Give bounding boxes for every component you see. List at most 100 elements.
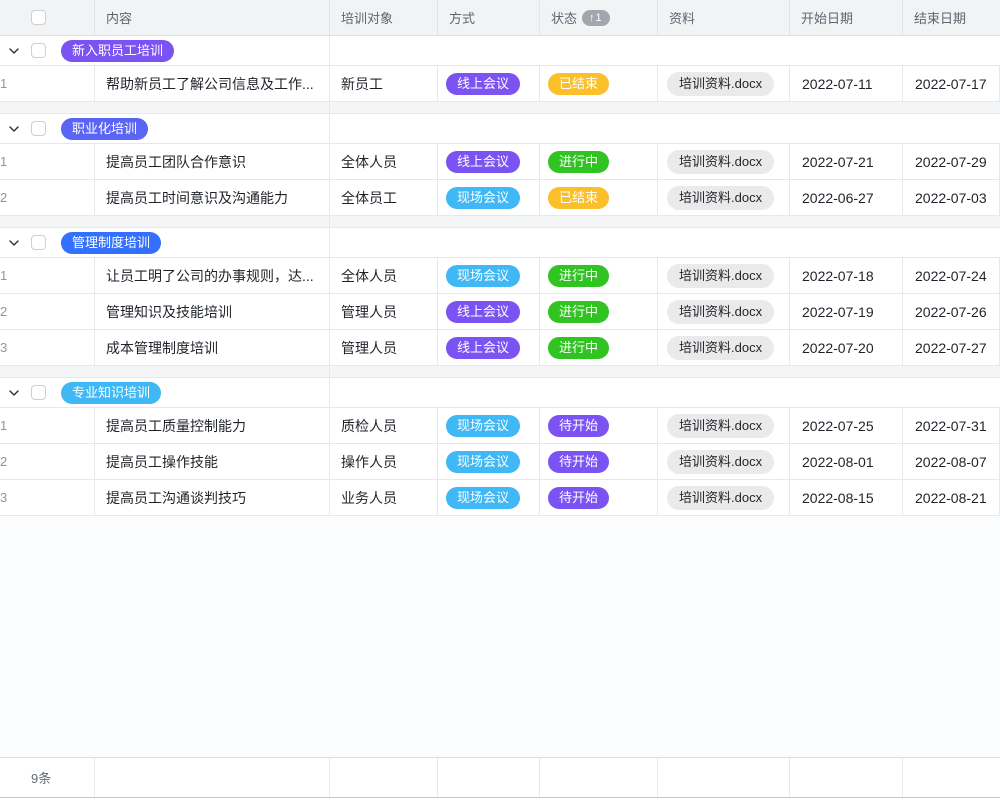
attachment-pill[interactable]: 培训资料.docx <box>667 414 774 438</box>
attachment-pill[interactable]: 培训资料.docx <box>667 300 774 324</box>
group-checkbox[interactable] <box>31 235 46 250</box>
method-cell[interactable]: 线上会议 <box>438 144 540 179</box>
content-cell[interactable]: 提高员工时间意识及沟通能力 <box>95 180 330 215</box>
group-header-row[interactable]: 管理制度培训 <box>0 228 1000 258</box>
material-cell[interactable]: 培训资料.docx <box>658 330 790 365</box>
target-cell[interactable]: 全体员工 <box>330 180 438 215</box>
content-cell[interactable]: 管理知识及技能培训 <box>95 294 330 329</box>
target-cell[interactable]: 全体人员 <box>330 144 438 179</box>
collapse-group-button[interactable] <box>0 123 28 135</box>
content-cell[interactable]: 成本管理制度培训 <box>95 330 330 365</box>
status-cell[interactable]: 已结束 <box>540 180 658 215</box>
status-cell[interactable]: 待开始 <box>540 444 658 479</box>
group-header-row[interactable]: 专业知识培训 <box>0 378 1000 408</box>
row-header-cell[interactable]: 2 <box>0 180 95 215</box>
collapse-group-button[interactable] <box>0 45 28 57</box>
end-date-cell[interactable]: 2022-07-03 <box>903 180 1000 215</box>
method-cell[interactable]: 线上会议 <box>438 294 540 329</box>
end-date-cell[interactable]: 2022-08-21 <box>903 480 1000 515</box>
column-header-status[interactable]: 状态 ↑1 <box>540 0 658 35</box>
method-cell[interactable]: 线上会议 <box>438 330 540 365</box>
attachment-pill[interactable]: 培训资料.docx <box>667 486 774 510</box>
row-header-cell[interactable]: 1 <box>0 144 95 179</box>
material-cell[interactable]: 培训资料.docx <box>658 480 790 515</box>
start-date-cell[interactable]: 2022-07-18 <box>790 258 903 293</box>
column-header-method[interactable]: 方式 <box>438 0 540 35</box>
column-header-end-date[interactable]: 结束日期 <box>903 0 1000 35</box>
content-cell[interactable]: 让员工明了公司的办事规则，达... <box>95 258 330 293</box>
row-header-cell[interactable]: 1 <box>0 66 95 101</box>
method-cell[interactable]: 线上会议 <box>438 66 540 101</box>
status-cell[interactable]: 进行中 <box>540 258 658 293</box>
column-header-target[interactable]: 培训对象 <box>330 0 438 35</box>
target-cell[interactable]: 管理人员 <box>330 294 438 329</box>
attachment-pill[interactable]: 培训资料.docx <box>667 186 774 210</box>
end-date-cell[interactable]: 2022-07-24 <box>903 258 1000 293</box>
content-cell[interactable]: 提高员工操作技能 <box>95 444 330 479</box>
material-cell[interactable]: 培训资料.docx <box>658 66 790 101</box>
target-cell[interactable]: 操作人员 <box>330 444 438 479</box>
start-date-cell[interactable]: 2022-07-21 <box>790 144 903 179</box>
method-cell[interactable]: 现场会议 <box>438 408 540 443</box>
attachment-pill[interactable]: 培训资料.docx <box>667 336 774 360</box>
column-header-start-date[interactable]: 开始日期 <box>790 0 903 35</box>
collapse-group-button[interactable] <box>0 237 28 249</box>
method-cell[interactable]: 现场会议 <box>438 480 540 515</box>
start-date-cell[interactable]: 2022-07-25 <box>790 408 903 443</box>
attachment-pill[interactable]: 培训资料.docx <box>667 150 774 174</box>
row-header-cell[interactable]: 3 <box>0 480 95 515</box>
start-date-cell[interactable]: 2022-08-15 <box>790 480 903 515</box>
select-all-checkbox[interactable] <box>31 10 46 25</box>
method-cell[interactable]: 现场会议 <box>438 180 540 215</box>
target-cell[interactable]: 质检人员 <box>330 408 438 443</box>
material-cell[interactable]: 培训资料.docx <box>658 258 790 293</box>
end-date-cell[interactable]: 2022-08-07 <box>903 444 1000 479</box>
end-date-cell[interactable]: 2022-07-27 <box>903 330 1000 365</box>
group-checkbox[interactable] <box>31 121 46 136</box>
column-header-material[interactable]: 资料 <box>658 0 790 35</box>
end-date-cell[interactable]: 2022-07-26 <box>903 294 1000 329</box>
content-cell[interactable]: 帮助新员工了解公司信息及工作... <box>95 66 330 101</box>
row-header-cell[interactable]: 2 <box>0 294 95 329</box>
status-cell[interactable]: 进行中 <box>540 144 658 179</box>
material-cell[interactable]: 培训资料.docx <box>658 444 790 479</box>
status-cell[interactable]: 进行中 <box>540 294 658 329</box>
method-cell[interactable]: 现场会议 <box>438 444 540 479</box>
sort-indicator-badge[interactable]: ↑1 <box>582 10 610 26</box>
row-header-cell[interactable]: 3 <box>0 330 95 365</box>
content-cell[interactable]: 提高员工团队合作意识 <box>95 144 330 179</box>
group-checkbox[interactable] <box>31 43 46 58</box>
collapse-group-button[interactable] <box>0 387 28 399</box>
method-cell[interactable]: 现场会议 <box>438 258 540 293</box>
start-date-cell[interactable]: 2022-07-19 <box>790 294 903 329</box>
group-header-row[interactable]: 新入职员工培训 <box>0 36 1000 66</box>
end-date-cell[interactable]: 2022-07-17 <box>903 66 1000 101</box>
material-cell[interactable]: 培训资料.docx <box>658 408 790 443</box>
start-date-cell[interactable]: 2022-08-01 <box>790 444 903 479</box>
attachment-pill[interactable]: 培训资料.docx <box>667 264 774 288</box>
target-cell[interactable]: 全体人员 <box>330 258 438 293</box>
row-header-cell[interactable]: 2 <box>0 444 95 479</box>
material-cell[interactable]: 培训资料.docx <box>658 144 790 179</box>
row-header-cell[interactable]: 1 <box>0 408 95 443</box>
group-header-row[interactable]: 职业化培训 <box>0 114 1000 144</box>
end-date-cell[interactable]: 2022-07-31 <box>903 408 1000 443</box>
material-cell[interactable]: 培训资料.docx <box>658 294 790 329</box>
group-checkbox[interactable] <box>31 385 46 400</box>
attachment-pill[interactable]: 培训资料.docx <box>667 72 774 96</box>
target-cell[interactable]: 业务人员 <box>330 480 438 515</box>
status-cell[interactable]: 已结束 <box>540 66 658 101</box>
target-cell[interactable]: 新员工 <box>330 66 438 101</box>
column-header-content[interactable]: 内容 <box>95 0 330 35</box>
start-date-cell[interactable]: 2022-07-11 <box>790 66 903 101</box>
start-date-cell[interactable]: 2022-06-27 <box>790 180 903 215</box>
status-cell[interactable]: 待开始 <box>540 480 658 515</box>
material-cell[interactable]: 培训资料.docx <box>658 180 790 215</box>
status-cell[interactable]: 待开始 <box>540 408 658 443</box>
attachment-pill[interactable]: 培训资料.docx <box>667 450 774 474</box>
start-date-cell[interactable]: 2022-07-20 <box>790 330 903 365</box>
end-date-cell[interactable]: 2022-07-29 <box>903 144 1000 179</box>
status-cell[interactable]: 进行中 <box>540 330 658 365</box>
row-header-cell[interactable]: 1 <box>0 258 95 293</box>
content-cell[interactable]: 提高员工质量控制能力 <box>95 408 330 443</box>
